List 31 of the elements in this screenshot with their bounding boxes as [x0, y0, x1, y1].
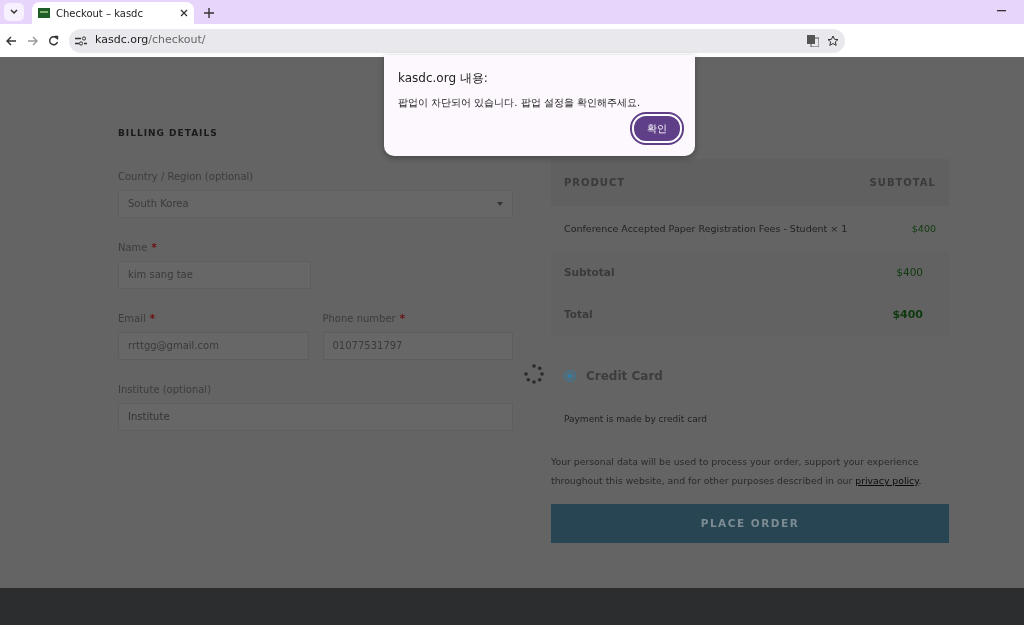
forward-icon[interactable]	[27, 35, 38, 46]
radio-button[interactable]	[564, 369, 576, 382]
tab-list-chevron-icon[interactable]	[10, 9, 18, 15]
site-settings-icon[interactable]	[75, 35, 87, 46]
minimize-icon[interactable]	[997, 10, 1006, 12]
place-order-button[interactable]: PLACE ORDER	[551, 504, 949, 543]
confirm-button[interactable]: 확인	[632, 114, 682, 143]
site-favicon-icon	[38, 8, 50, 18]
address-bar[interactable]: kasdc.org/checkout/	[69, 28, 845, 53]
required-mark: *	[399, 312, 405, 324]
item-price: $400	[911, 222, 936, 236]
close-tab-icon[interactable]	[180, 9, 188, 17]
back-icon[interactable]	[6, 35, 17, 46]
dropdown-caret-icon	[497, 201, 503, 206]
url-text: kasdc.org/checkout/	[95, 32, 206, 49]
product-name: Conference Accepted Paper Registration Fees - Student × 1	[564, 222, 848, 236]
bookmark-star-icon[interactable]	[827, 34, 839, 47]
section-heading: BILLING DETAILS	[118, 127, 219, 140]
required-mark: *	[149, 312, 155, 324]
reload-icon[interactable]	[48, 35, 59, 46]
translate-icon[interactable]	[807, 34, 819, 47]
order-total: $400	[892, 307, 923, 323]
loading-spinner-icon	[524, 364, 544, 384]
tab-title: Checkout – kasdc	[56, 6, 144, 21]
subtotal-value: $400	[896, 265, 923, 281]
new-tab-icon[interactable]	[204, 8, 214, 18]
required-mark: *	[151, 241, 157, 253]
browser-tab[interactable]: Checkout – kasdc	[32, 2, 194, 24]
dialog-title: kasdc.org 내용:	[398, 70, 489, 87]
dialog-message: 팝업이 차단되어 있습니다. 팝업 설정을 확인해주세요.	[398, 96, 642, 110]
payment-description: Payment is made by credit card	[563, 412, 708, 426]
